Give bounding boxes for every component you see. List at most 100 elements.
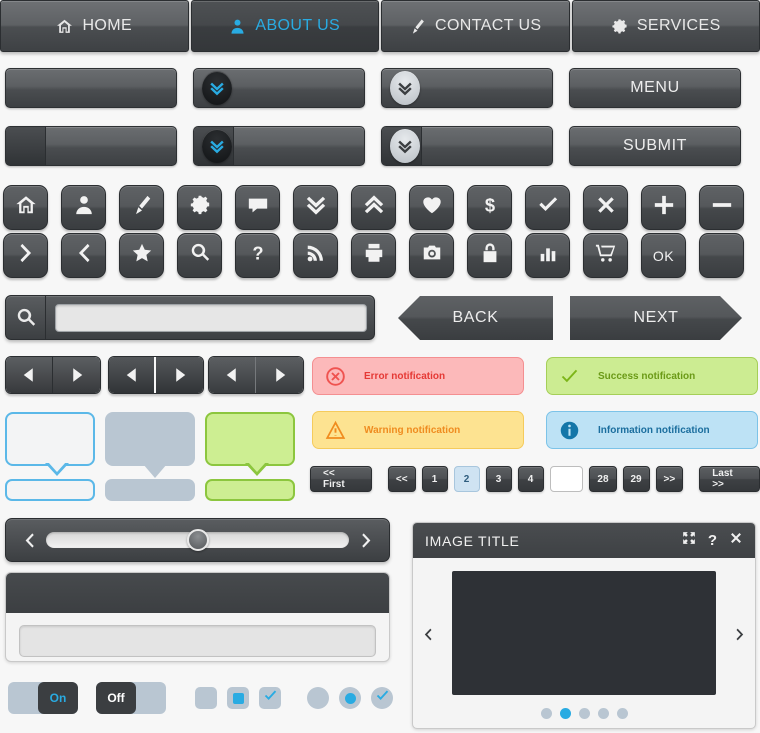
slider-control[interactable] (5, 518, 390, 562)
dot-active[interactable] (559, 708, 571, 719)
slider-track[interactable] (46, 529, 349, 551)
pagination-page-3[interactable]: 3 (485, 466, 512, 492)
prev-button[interactable] (109, 357, 156, 393)
radio-dot (344, 692, 356, 704)
icon-button-dollar[interactable]: $ (467, 185, 512, 230)
nav-item-home[interactable]: HOME (0, 0, 189, 52)
icon-button-chat[interactable] (235, 185, 280, 230)
toggle-off[interactable]: Off (96, 682, 166, 714)
toggle-on[interactable]: On (8, 682, 78, 714)
submit-button[interactable]: SUBMIT (569, 126, 741, 166)
search-input[interactable] (55, 303, 367, 332)
checkbox-filled[interactable] (227, 687, 249, 709)
dot[interactable] (597, 708, 609, 719)
nav-item-services[interactable]: SERVICES (571, 0, 760, 52)
image-viewer-prev[interactable] (421, 626, 435, 649)
checkbox-fill (232, 692, 244, 704)
plain-button-1[interactable] (5, 68, 177, 108)
pagination-page-29[interactable]: 29 (622, 466, 650, 492)
radio-empty[interactable] (307, 687, 329, 709)
notification-success[interactable]: Success notification (546, 357, 758, 395)
next-button[interactable] (53, 357, 100, 393)
toggle-knob[interactable]: Off (96, 682, 136, 714)
icon-button-blank[interactable] (699, 233, 744, 278)
icon-button-question[interactable]: ? (235, 233, 280, 278)
pagination-first[interactable]: << First (310, 466, 372, 492)
slider-prev-button[interactable] (12, 532, 46, 549)
icon-button-star[interactable] (119, 233, 164, 278)
help-icon[interactable]: ? (708, 532, 717, 549)
pagination-page-28[interactable]: 28 (589, 466, 617, 492)
icon-button-search[interactable] (177, 233, 222, 278)
split-button-1[interactable] (5, 126, 177, 166)
pagination-page-4[interactable]: 4 (517, 466, 544, 492)
slider-knob[interactable] (186, 529, 209, 551)
prev-button[interactable] (209, 357, 256, 393)
next-button[interactable]: NEXT (570, 296, 742, 340)
toggle-knob[interactable]: On (38, 682, 78, 714)
prev-button[interactable] (6, 357, 53, 393)
pagination-prev[interactable]: << (387, 466, 416, 492)
notification-warning[interactable]: Warning notification (312, 411, 524, 449)
icon-button-printer[interactable] (351, 233, 396, 278)
badge-button-dark-1[interactable] (193, 68, 365, 108)
image-viewer-next[interactable] (733, 626, 747, 649)
radio-selected[interactable] (339, 687, 361, 709)
icon-button-gear[interactable] (177, 185, 222, 230)
nav-item-about-us[interactable]: ABOUT US (190, 0, 379, 52)
image-viewer-title: IMAGE TITLE (425, 532, 520, 549)
icon-button-minus[interactable] (699, 185, 744, 230)
back-button[interactable]: BACK (398, 296, 553, 340)
icon-button-camera[interactable] (409, 233, 454, 278)
icon-button-cart[interactable] (583, 233, 628, 278)
icon-button-rss[interactable] (293, 233, 338, 278)
prev-next-pair-2[interactable] (108, 356, 204, 394)
dot[interactable] (540, 708, 552, 719)
split-button-segment[interactable] (6, 127, 46, 165)
fullscreen-icon[interactable] (682, 531, 696, 550)
icon-button-check[interactable] (525, 185, 570, 230)
menu-button[interactable]: MENU (569, 68, 741, 108)
icon-button-user[interactable] (61, 185, 106, 230)
checkbox-empty[interactable] (195, 687, 217, 709)
dot[interactable] (578, 708, 590, 719)
nav-item-contact-us[interactable]: CONTACT US (381, 0, 570, 52)
icon-button-chevron-left[interactable] (61, 233, 106, 278)
radio-checked[interactable] (371, 687, 393, 709)
panel-text-input[interactable] (19, 625, 376, 657)
next-button[interactable] (156, 357, 203, 393)
icon-button-heart[interactable] (409, 185, 454, 230)
slider-next-button[interactable] (349, 532, 383, 549)
split-badge-button-light[interactable] (381, 126, 553, 166)
prev-next-pair-1[interactable] (5, 356, 101, 394)
icon-button-plus[interactable] (641, 185, 686, 230)
button-label: MENU (630, 79, 680, 96)
icon-button-chevrons-up[interactable] (351, 185, 396, 230)
pagination-last[interactable]: Last >> (699, 466, 760, 492)
icon-button-lock[interactable] (467, 233, 512, 278)
icon-button-chevrons-down[interactable] (293, 185, 338, 230)
prev-next-pair-3[interactable] (208, 356, 304, 394)
icon-button-home[interactable] (3, 185, 48, 230)
notification-information[interactable]: Information notification (546, 411, 758, 449)
pagination-page-1[interactable]: 1 (421, 466, 448, 492)
icon-button-pencil[interactable] (119, 185, 164, 230)
icon-button-close[interactable] (583, 185, 628, 230)
icon-button-ok[interactable]: OK (641, 233, 686, 278)
dot[interactable] (616, 708, 628, 719)
question-icon: ? (247, 242, 269, 269)
split-badge-button-dark[interactable] (193, 126, 365, 166)
warning-triangle-icon (325, 420, 346, 439)
chevrons-down-icon (202, 129, 232, 163)
pagination-page-2[interactable]: 2 (453, 466, 480, 492)
icon-button-chevron-right[interactable] (3, 233, 48, 278)
close-icon[interactable] (729, 531, 743, 550)
notification-error[interactable]: Error notification (312, 357, 524, 395)
pagination-next[interactable]: >> (655, 466, 684, 492)
next-button[interactable] (256, 357, 303, 393)
search-bar[interactable] (5, 295, 375, 340)
pagination-blank[interactable] (549, 466, 584, 492)
checkbox-checked[interactable] (259, 687, 281, 709)
icon-button-bar-chart[interactable] (525, 233, 570, 278)
badge-button-light-1[interactable] (381, 68, 553, 108)
